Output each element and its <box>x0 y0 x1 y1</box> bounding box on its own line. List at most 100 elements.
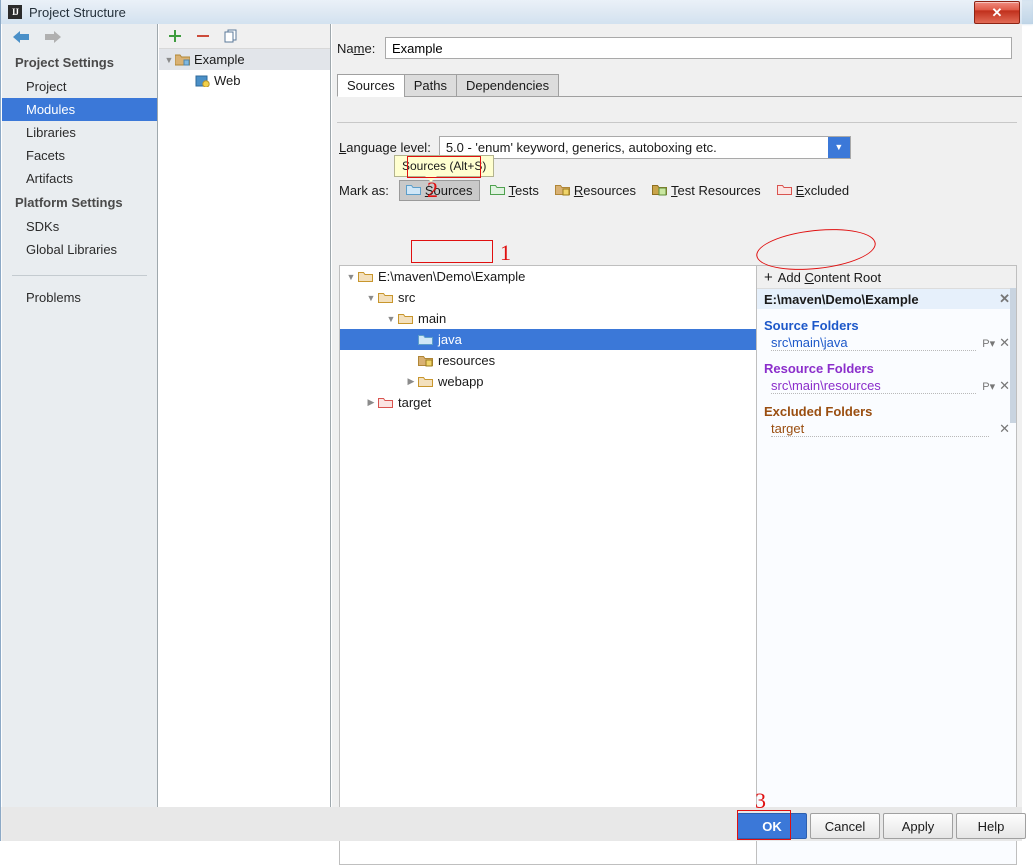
excluded-folder-path: target <box>771 421 990 437</box>
language-level-select[interactable]: 5.0 - 'enum' keyword, generics, autoboxi… <box>438 135 851 159</box>
content-root-file-tree: ▼ E:\maven\Demo\Example ▼ src ▼ main jav… <box>339 265 756 865</box>
sidebar-group-platform-settings: Platform Settings <box>15 195 123 210</box>
resource-folders-heading: Resource Folders <box>764 361 874 376</box>
module-name-input[interactable] <box>385 37 1012 59</box>
tests-folder-icon <box>489 185 505 195</box>
sidebar-item-facets[interactable]: Facets <box>2 144 157 167</box>
mark-as-label: Mark as: <box>339 182 389 198</box>
package-prefix-icon[interactable]: P▾ <box>982 337 995 350</box>
sidebar-item-problems[interactable]: Problems <box>2 286 157 309</box>
web-facet-icon <box>195 75 210 88</box>
dialog-content: Project Settings Project Modules Librari… <box>1 24 1022 865</box>
remove-resource-folder-icon[interactable]: ✕ <box>995 378 1010 394</box>
copy-icon[interactable] <box>223 28 239 44</box>
sidebar-item-modules[interactable]: Modules <box>2 98 157 121</box>
expand-triangle-icon[interactable]: ▼ <box>344 272 358 282</box>
sidebar-item-sdks[interactable]: SDKs <box>2 215 157 238</box>
tab-dependencies[interactable]: Dependencies <box>455 74 560 97</box>
source-folders-heading: Source Folders <box>764 318 859 333</box>
module-list-panel: ▼ Example Web <box>159 24 331 807</box>
module-folder-icon <box>174 54 191 66</box>
sources-folder-icon <box>418 334 433 345</box>
resource-folder-entry[interactable]: src\main\resources P▾ ✕ <box>757 377 1016 395</box>
project-structure-dialog: IJ Project Structure ✕ Project Settings … <box>0 0 1026 865</box>
remove-content-root-icon[interactable]: ✕ <box>995 291 1010 307</box>
remove-excluded-folder-icon[interactable]: ✕ <box>995 421 1010 437</box>
expand-triangle-icon[interactable]: ▼ <box>384 314 398 324</box>
sources-folder-icon <box>405 185 421 195</box>
resources-folder-icon <box>554 185 570 196</box>
chevron-down-icon[interactable]: ▼ <box>827 136 850 158</box>
expand-triangle-icon[interactable]: ▼ <box>163 55 175 65</box>
module-tree-row-web[interactable]: Web <box>159 70 330 91</box>
mark-as-resources-button[interactable]: Resources <box>549 181 642 200</box>
sidebar-item-global-libraries[interactable]: Global Libraries <box>2 238 157 261</box>
name-label: Name: <box>337 40 376 56</box>
file-tree-row[interactable]: ▶ webapp <box>340 371 756 392</box>
file-tree-row-java[interactable]: java <box>340 329 756 350</box>
ok-button[interactable]: OK <box>737 813 807 839</box>
tab-paths[interactable]: Paths <box>403 74 457 97</box>
sources-tooltip: Sources (Alt+S) <box>394 155 495 182</box>
sidebar-item-libraries[interactable]: Libraries <box>2 121 157 144</box>
file-tree-row[interactable]: ▼ E:\maven\Demo\Example <box>340 266 756 287</box>
folder-icon <box>398 313 413 324</box>
window-title: Project Structure <box>29 4 126 20</box>
mark-as-test-resources-button[interactable]: Test Resources <box>646 181 767 200</box>
file-tree-label: E:\maven\Demo\Example <box>378 269 526 284</box>
sources-tab-panel: Language level: 5.0 - 'enum' keyword, ge… <box>337 122 1017 865</box>
collapse-triangle-icon[interactable]: ▶ <box>364 397 378 408</box>
cancel-button[interactable]: Cancel <box>810 813 880 839</box>
excluded-folder-entry[interactable]: target ✕ <box>757 420 1016 438</box>
remove-source-folder-icon[interactable]: ✕ <box>995 335 1010 351</box>
title-bar: IJ Project Structure ✕ <box>1 0 1022 24</box>
folder-icon <box>378 292 393 303</box>
sidebar-item-project[interactable]: Project <box>2 75 157 98</box>
file-tree-row[interactable]: ▼ main <box>340 308 756 329</box>
file-tree-label: webapp <box>438 374 484 389</box>
back-arrow-icon[interactable] <box>12 29 30 45</box>
mark-as-sources-button[interactable]: Sources <box>398 179 480 201</box>
excluded-folder-icon <box>378 397 393 408</box>
mark-as-tests-button[interactable]: Tests <box>484 181 545 200</box>
file-tree-label: java <box>438 332 462 347</box>
app-icon: IJ <box>8 5 22 19</box>
package-prefix-icon[interactable]: P▾ <box>982 380 995 393</box>
module-editor-pane: Name: Sources Paths Dependencies Languag… <box>332 24 1022 865</box>
settings-sidebar: Project Settings Project Modules Librari… <box>2 24 158 807</box>
expand-triangle-icon[interactable]: ▼ <box>364 293 378 303</box>
content-roots-scrollbar[interactable] <box>1010 288 1016 423</box>
file-tree-row[interactable]: ▼ src <box>340 287 756 308</box>
resource-folder-path: src\main\resources <box>771 378 977 394</box>
apply-button[interactable]: Apply <box>883 813 953 839</box>
add-content-root-label: Add Content Root <box>777 269 882 285</box>
add-content-root-button[interactable]: + Add Content Root <box>757 266 1016 289</box>
file-tree-label: target <box>398 395 432 410</box>
file-tree-row[interactable]: ▶ target <box>340 392 756 413</box>
test-resources-folder-icon <box>652 185 668 196</box>
mark-as-test-resources-label: Test Resources <box>671 182 761 198</box>
tab-sources[interactable]: Sources <box>337 74 405 97</box>
forward-arrow-icon[interactable] <box>44 29 62 45</box>
collapse-triangle-icon[interactable]: ▶ <box>404 376 418 387</box>
module-tree-row-example[interactable]: ▼ Example <box>159 49 330 70</box>
resources-folder-icon <box>418 355 433 366</box>
add-icon[interactable] <box>167 28 183 44</box>
sources-splitter: ▼ E:\maven\Demo\Example ▼ src ▼ main jav… <box>339 265 1017 865</box>
help-button[interactable]: Help <box>956 813 1026 839</box>
folder-icon <box>358 271 373 282</box>
file-tree-row[interactable]: resources <box>340 350 756 371</box>
sidebar-item-artifacts[interactable]: Artifacts <box>2 167 157 190</box>
mark-as-tests-label: Tests <box>508 182 539 198</box>
excluded-folders-heading: Excluded Folders <box>764 404 873 419</box>
dialog-button-bar: OK Cancel Apply Help <box>2 807 1026 841</box>
folder-icon <box>418 376 433 387</box>
mark-as-row: Mark as: Sources Tests Resources Test Re… <box>337 177 1017 203</box>
remove-icon[interactable] <box>195 28 211 44</box>
mark-as-resources-label: Resources <box>573 182 637 198</box>
close-icon[interactable]: ✕ <box>974 1 1020 24</box>
navigation-arrows <box>2 24 157 50</box>
mark-as-excluded-label: Excluded <box>795 182 850 198</box>
mark-as-excluded-button[interactable]: Excluded <box>771 181 855 200</box>
source-folder-entry[interactable]: src\main\java P▾ ✕ <box>757 334 1016 352</box>
